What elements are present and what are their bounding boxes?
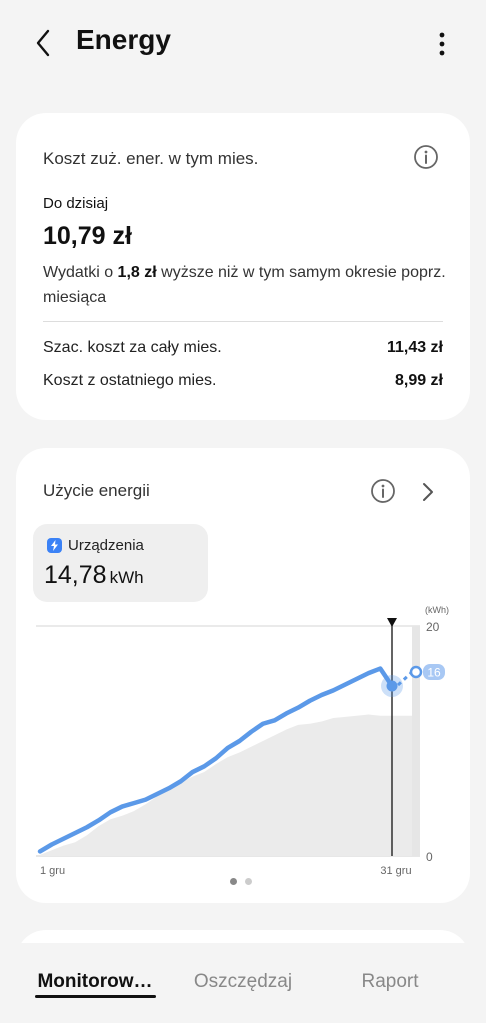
to-date-value: 10,79 zł [43,222,132,250]
last-month-cost-value: 8,99 zł [394,372,443,389]
monthly-cost-card: Koszt zuż. ener. w tym mies. Do dzisiaj … [16,113,470,420]
current-point [386,680,398,692]
app-header: Energy [0,0,486,90]
comparison-text: Wydatki o 1,8 zł wyższe niż w tym samym … [43,260,453,310]
page-dot [245,878,252,885]
tab-save[interactable]: Oszczędzaj [178,971,308,993]
cost-info-button[interactable] [412,143,440,171]
x-label-end: 31 gru [380,865,411,877]
y-tick-min: 0 [426,850,433,864]
comparison-amount: 1,8 zł [117,264,157,281]
divider [43,321,443,322]
cost-card-title: Koszt zuż. ener. w tym mies. [43,149,259,168]
x-label-start: 1 gru [40,865,65,877]
estimated-cost-value: 11,43 zł [386,339,443,356]
info-icon [414,145,438,169]
comparison-prefix: Wydatki o [43,264,118,281]
page-title: Energy [76,24,171,55]
back-button[interactable] [28,26,58,60]
energy-line-chart[interactable]: 16 (kWh) 20 0 1 gru 31 gru [16,448,470,903]
last-month-cost-label: Koszt z ostatniego mies. [43,372,217,389]
y-tick-max: 20 [426,620,440,634]
y-axis-unit: (kWh) [425,605,449,615]
page-dot [230,878,237,885]
last-month-cost-row: Koszt z ostatniego mies. 8,99 zł [43,372,443,390]
projection-label: 16 [427,666,441,680]
active-tab-indicator [35,995,156,998]
to-date-label: Do dzisiaj [43,195,109,212]
more-options-button[interactable] [428,28,456,60]
bottom-tab-bar: Monitorow… Oszczędzaj Raport [0,943,486,1023]
chevron-left-icon [36,29,50,57]
projection-column [412,626,420,856]
previous-month-area [40,714,412,856]
tab-monitoring[interactable]: Monitorow… [28,971,162,993]
more-vertical-icon [439,32,445,56]
projection-point [409,665,423,679]
estimated-cost-label: Szac. koszt za cały mies. [43,339,222,356]
tab-report[interactable]: Raport [330,971,450,993]
energy-usage-card[interactable]: Użycie energii Urządzenia 14,78 kWh 16 (kW… [16,448,470,903]
page-indicator [230,878,252,885]
estimated-cost-row: Szac. koszt za cały mies. 11,43 zł [43,339,443,357]
